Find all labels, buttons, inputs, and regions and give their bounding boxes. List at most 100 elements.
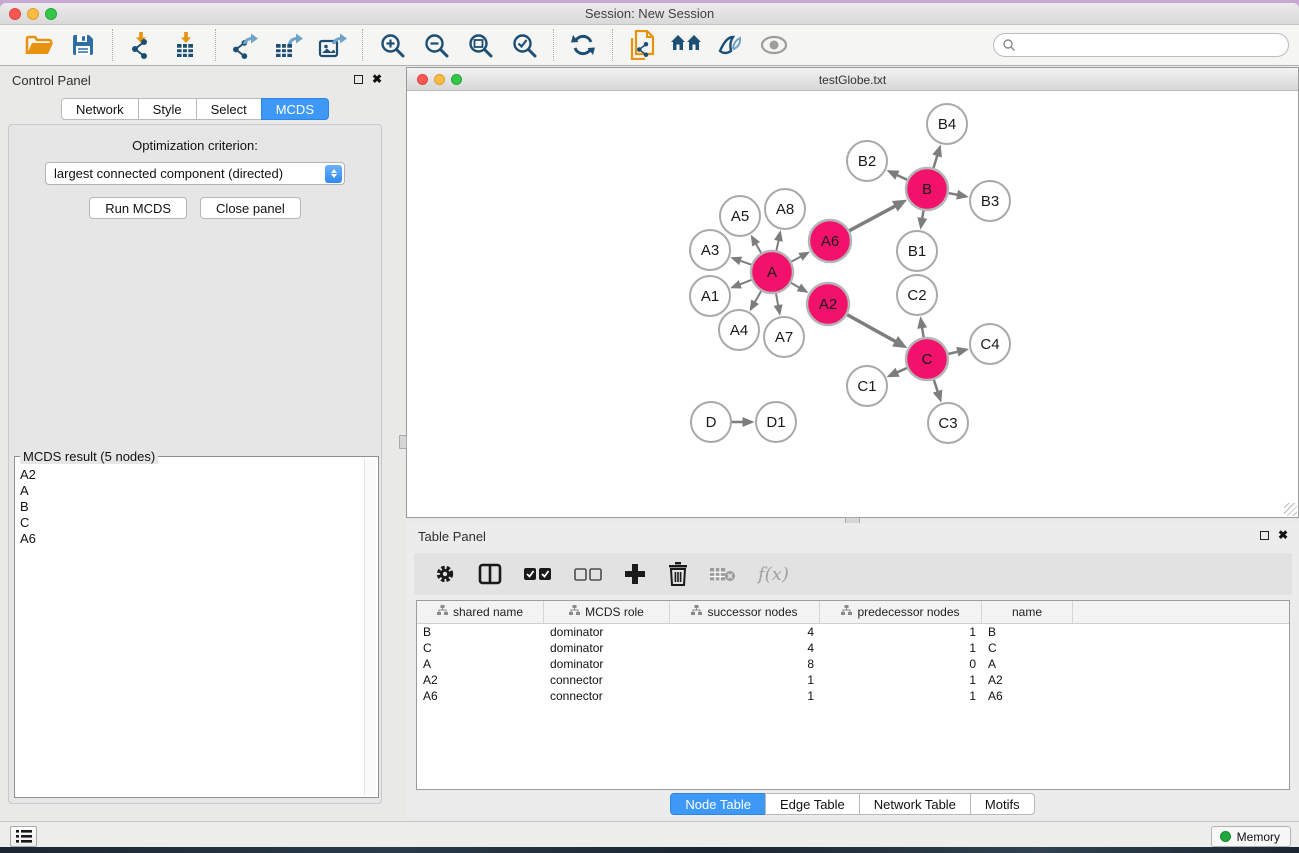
graph-node-C1[interactable]: C1	[847, 366, 887, 406]
graph-node-A7[interactable]: A7	[764, 317, 804, 357]
mcds-result-list[interactable]: A2ABCA6	[20, 467, 362, 793]
table-cell: 1	[670, 673, 820, 687]
table-cell: A2	[417, 673, 544, 687]
graph-node-A1[interactable]: A1	[690, 276, 730, 316]
tab-node-table[interactable]: Node Table	[670, 793, 766, 815]
table-cell: 4	[670, 641, 820, 655]
graph-node-C2[interactable]: C2	[897, 275, 937, 315]
graph-node-B3[interactable]: B3	[970, 181, 1010, 221]
column-header-successor-nodes[interactable]: successor nodes	[670, 601, 820, 623]
graph-node-D1[interactable]: D1	[756, 402, 796, 442]
table-row[interactable]: A2connector11A2	[417, 672, 1289, 688]
optimization-criterion-select[interactable]: largest connected component (directed)	[45, 162, 345, 185]
graph-node-B4[interactable]: B4	[927, 104, 967, 144]
result-scrollbar[interactable]	[364, 459, 376, 795]
table-header-row: shared nameMCDS rolesuccessor nodesprede…	[417, 601, 1289, 624]
graph-node-A2[interactable]: A2	[807, 283, 849, 325]
graph-node-A4[interactable]: A4	[719, 310, 759, 350]
resize-grip-icon[interactable]	[1284, 503, 1297, 516]
save-session-icon[interactable]	[68, 30, 98, 60]
tab-network-table[interactable]: Network Table	[859, 793, 971, 815]
svg-text:C4: C4	[980, 336, 999, 353]
tab-style[interactable]: Style	[138, 98, 197, 120]
close-table-panel-icon[interactable]: ✖	[1278, 530, 1288, 540]
graph-node-B1[interactable]: B1	[897, 231, 937, 271]
result-list-item[interactable]: B	[20, 499, 362, 515]
shared-column-icon	[841, 605, 852, 619]
graph-node-A5[interactable]: A5	[720, 196, 760, 236]
svg-text:A6: A6	[821, 233, 839, 250]
graph-node-C4[interactable]: C4	[970, 324, 1010, 364]
table-cell: C	[417, 641, 544, 655]
graph-node-D[interactable]: D	[691, 402, 731, 442]
split-columns-icon[interactable]	[478, 563, 502, 585]
zoom-out-icon[interactable]	[421, 30, 451, 60]
export-network-icon[interactable]	[230, 30, 260, 60]
zoom-fit-icon[interactable]	[465, 30, 495, 60]
float-table-panel-icon[interactable]	[1260, 531, 1269, 540]
result-list-item[interactable]: A6	[20, 531, 362, 547]
result-list-item[interactable]: A	[20, 483, 362, 499]
search-input[interactable]	[993, 33, 1289, 57]
table-tabs: Node TableEdge TableNetwork TableMotifs	[406, 793, 1299, 815]
task-history-button[interactable]	[10, 826, 37, 847]
vertical-splitter-handle[interactable]	[399, 435, 407, 449]
table-cell: 4	[670, 625, 820, 639]
home-icon[interactable]	[671, 30, 701, 60]
graph-node-A8[interactable]: A8	[765, 189, 805, 229]
refresh-layout-icon[interactable]	[568, 30, 598, 60]
delete-column-icon[interactable]	[668, 562, 688, 586]
style-preview-icon[interactable]	[715, 30, 745, 60]
tab-mcds[interactable]: MCDS	[261, 98, 329, 120]
zoom-in-icon[interactable]	[377, 30, 407, 60]
table-row[interactable]: Bdominator41B	[417, 624, 1289, 640]
float-panel-icon[interactable]	[354, 75, 363, 84]
column-header-name[interactable]: name	[982, 601, 1073, 623]
add-column-icon[interactable]	[624, 563, 646, 585]
graph-node-B2[interactable]: B2	[847, 141, 887, 181]
graph-node-B[interactable]: B	[906, 168, 948, 210]
export-image-icon[interactable]	[318, 30, 348, 60]
close-panel-icon[interactable]: ✖	[372, 74, 382, 84]
table-row[interactable]: Adominator80A	[417, 656, 1289, 672]
zoom-selected-icon[interactable]	[509, 30, 539, 60]
column-header-MCDS-role[interactable]: MCDS role	[544, 601, 670, 623]
column-header-predecessor-nodes[interactable]: predecessor nodes	[820, 601, 982, 623]
table-row[interactable]: Cdominator41C	[417, 640, 1289, 656]
tab-network[interactable]: Network	[61, 98, 139, 120]
import-network-icon[interactable]	[127, 30, 157, 60]
node-table[interactable]: shared nameMCDS rolesuccessor nodesprede…	[416, 600, 1290, 790]
tab-motifs[interactable]: Motifs	[970, 793, 1035, 815]
tab-edge-table[interactable]: Edge Table	[765, 793, 860, 815]
result-list-item[interactable]: C	[20, 515, 362, 531]
table-cell: 1	[670, 689, 820, 703]
export-table-icon[interactable]	[274, 30, 304, 60]
graph-node-A3[interactable]: A3	[690, 230, 730, 270]
network-view-window: testGlobe.txt B4 B2 B B3 A8A5 A6 A3 B1 A C2 A1 A2 A4…	[406, 67, 1299, 518]
result-list-item[interactable]: A2	[20, 467, 362, 483]
graph-node-A[interactable]: A	[751, 251, 793, 293]
run-mcds-button[interactable]: Run MCDS	[89, 197, 187, 219]
memory-button[interactable]: Memory	[1211, 826, 1291, 847]
graph-node-A6[interactable]: A6	[809, 220, 851, 262]
select-all-columns-icon[interactable]	[524, 567, 552, 581]
control-panel: Control Panel ✖ NetworkStyleSelectMCDS O…	[0, 67, 390, 818]
graph-node-C[interactable]: C	[906, 338, 948, 380]
svg-text:A1: A1	[701, 288, 719, 305]
network-file-icon[interactable]	[627, 30, 657, 60]
open-session-icon[interactable]	[24, 30, 54, 60]
close-panel-button[interactable]: Close panel	[200, 197, 301, 219]
svg-text:A4: A4	[730, 322, 748, 339]
network-window-titlebar: testGlobe.txt	[407, 68, 1298, 91]
settings-gear-icon[interactable]	[434, 563, 456, 585]
svg-text:C1: C1	[857, 378, 876, 395]
import-table-icon[interactable]	[171, 30, 201, 60]
main-toolbar	[0, 25, 1299, 66]
deselect-all-columns-icon[interactable]	[574, 567, 602, 581]
tab-select[interactable]: Select	[196, 98, 262, 120]
table-row[interactable]: A6connector11A6	[417, 688, 1289, 704]
table-cell: 1	[820, 673, 982, 687]
column-header-shared-name[interactable]: shared name	[417, 601, 544, 623]
graph-node-C3[interactable]: C3	[928, 403, 968, 443]
network-canvas[interactable]: B4 B2 B B3 A8A5 A6 A3 B1 A C2 A1 A2 A4 A7 C4 C C1 D D1 C3	[407, 91, 1298, 517]
